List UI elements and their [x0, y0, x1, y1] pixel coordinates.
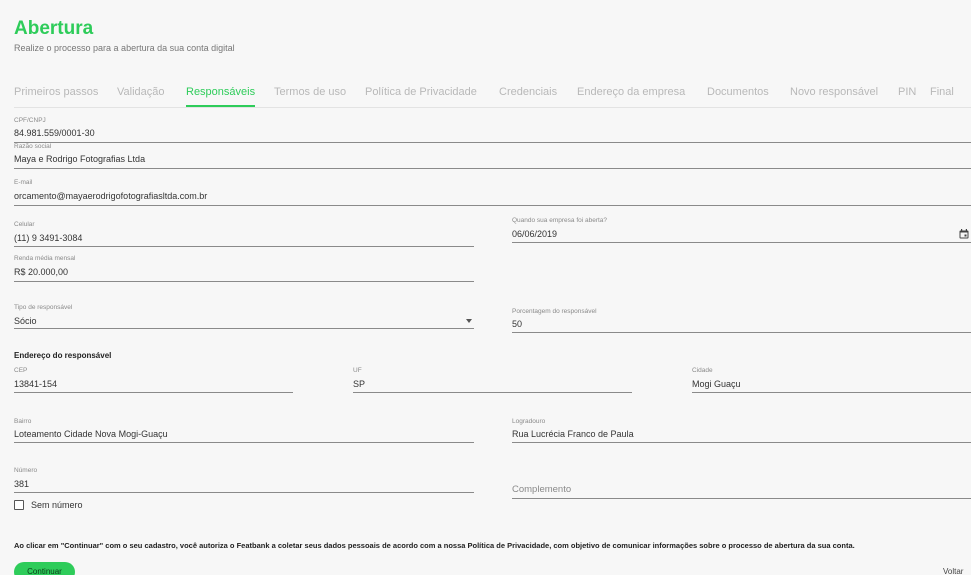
renda-field[interactable]: Renda média mensal R$ 20.000,00 — [14, 255, 474, 282]
uf-field[interactable]: UF SP — [353, 367, 632, 393]
cidade-field[interactable]: Cidade Mogi Guaçu — [692, 367, 971, 393]
page-title: Abertura — [14, 18, 94, 39]
email-label: E-mail — [14, 179, 33, 186]
tab-endereco-empresa[interactable]: Endereço da empresa — [577, 86, 685, 98]
porcentagem-label: Porcentagem do responsável — [512, 308, 597, 315]
consent-text: Ao clicar em "Continuar" com o seu cadas… — [14, 541, 855, 550]
celular-label: Celular — [14, 221, 35, 228]
continue-button[interactable]: Continuar — [14, 562, 75, 575]
uf-label: UF — [353, 367, 362, 374]
email-field[interactable]: E-mail orcamento@mayaerodrigofotografias… — [14, 179, 971, 206]
back-button[interactable]: Voltar — [943, 567, 963, 575]
cep-field[interactable]: CEP 13841-154 — [14, 367, 293, 393]
logradouro-label: Logradouro — [512, 418, 546, 425]
cpf-cnpj-value: 84.981.559/0001-30 — [14, 128, 95, 138]
renda-label: Renda média mensal — [14, 255, 76, 262]
chevron-down-icon[interactable] — [466, 319, 472, 323]
numero-field[interactable]: Número 381 — [14, 467, 474, 493]
complemento-field[interactable]: Complemento — [512, 480, 971, 499]
razao-social-field[interactable]: Razão social Maya e Rodrigo Fotografias … — [14, 143, 971, 169]
uf-value: SP — [353, 379, 366, 389]
cep-value: 13841-154 — [14, 379, 58, 389]
tipo-responsavel-select[interactable]: Tipo de responsável Sócio — [14, 304, 474, 329]
tab-termos-de-uso[interactable]: Termos de uso — [274, 86, 346, 98]
razao-social-label: Razão social — [14, 143, 52, 150]
porcentagem-value: 50 — [512, 319, 523, 329]
tab-novo-responsavel[interactable]: Novo responsável — [790, 86, 878, 98]
tipo-responsavel-value: Sócio — [14, 316, 37, 326]
complemento-placeholder: Complemento — [512, 484, 572, 495]
razao-social-value: Maya e Rodrigo Fotografias Ltda — [14, 154, 146, 164]
data-abertura-value: 06/06/2019 — [512, 229, 558, 239]
email-value: orcamento@mayaerodrigofotografiasltda.co… — [14, 191, 208, 201]
logradouro-value: Rua Lucrécia Franco de Paula — [512, 429, 634, 439]
logradouro-field[interactable]: Logradouro Rua Lucrécia Franco de Paula — [512, 418, 971, 443]
bairro-field[interactable]: Bairro Loteamento Cidade Nova Mogi-Guaçu — [14, 418, 474, 443]
calendar-icon[interactable] — [959, 229, 969, 239]
endereco-section-title: Endereço do responsável — [14, 351, 112, 360]
celular-field[interactable]: Celular (11) 9 3491-3084 — [14, 221, 474, 247]
cpf-cnpj-field[interactable]: CPF/CNPJ 84.981.559/0001-30 — [14, 117, 971, 143]
tab-documentos[interactable]: Documentos — [707, 86, 769, 98]
tab-credenciais[interactable]: Credenciais — [499, 86, 557, 98]
porcentagem-field[interactable]: Porcentagem do responsável 50 — [512, 308, 971, 333]
numero-value: 381 — [14, 479, 30, 489]
celular-value: (11) 9 3491-3084 — [14, 233, 83, 243]
tab-validacao[interactable]: Validação — [117, 86, 165, 98]
page-subtitle: Realize o processo para a abertura da su… — [14, 43, 235, 53]
stepper-tabs: Primeiros passos Validação Responsáveis … — [14, 86, 971, 108]
sem-numero-checkbox[interactable] — [14, 500, 24, 510]
cpf-cnpj-label: CPF/CNPJ — [14, 117, 46, 124]
cidade-value: Mogi Guaçu — [692, 379, 741, 389]
numero-label: Número — [14, 467, 38, 474]
tab-politica-privacidade[interactable]: Política de Privacidade — [365, 86, 477, 98]
bairro-value: Loteamento Cidade Nova Mogi-Guaçu — [14, 429, 168, 439]
tab-pin[interactable]: PIN — [898, 86, 916, 98]
bairro-label: Bairro — [14, 418, 32, 425]
cidade-label: Cidade — [692, 367, 713, 374]
tab-primeiros-passos[interactable]: Primeiros passos — [14, 86, 98, 98]
tab-final[interactable]: Final — [930, 86, 954, 98]
data-abertura-label: Quando sua empresa foi aberta? — [512, 217, 608, 224]
cep-label: CEP — [14, 367, 28, 374]
tab-responsaveis[interactable]: Responsáveis — [186, 86, 256, 107]
renda-value: R$ 20.000,00 — [14, 267, 69, 277]
data-abertura-field[interactable]: Quando sua empresa foi aberta? 06/06/201… — [512, 217, 971, 243]
tipo-responsavel-label: Tipo de responsável — [14, 304, 73, 311]
sem-numero-label: Sem número — [31, 500, 83, 510]
